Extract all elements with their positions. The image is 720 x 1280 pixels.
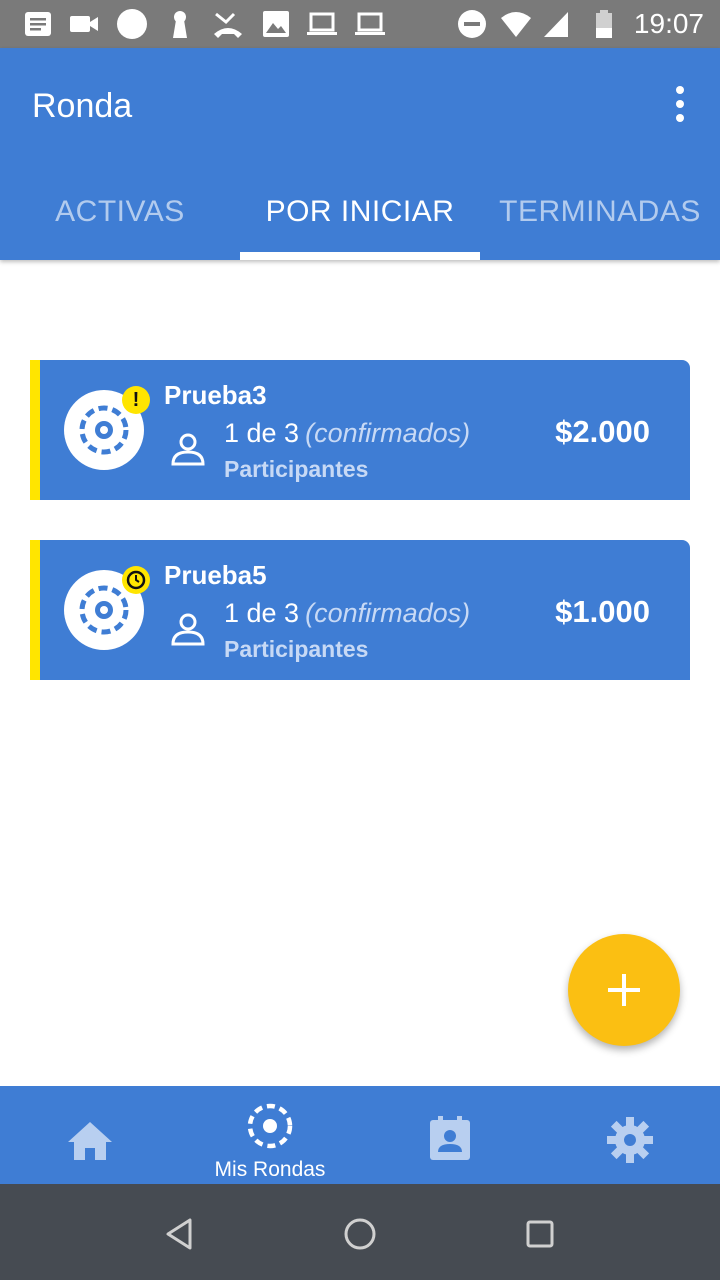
- home-icon: [68, 1122, 112, 1160]
- participants-count: 1 de 3 (confirmados): [224, 418, 470, 449]
- add-ronda-button[interactable]: [568, 934, 680, 1046]
- settings-icon: [607, 1117, 653, 1163]
- ronda-card[interactable]: Prueba5 1 de 3 (confirmados) Participante…: [30, 540, 690, 680]
- count-value: 1 de 3: [224, 598, 300, 628]
- nav-label-mis-rondas: Mis Rondas: [214, 1158, 326, 1181]
- home-circle-icon[interactable]: [340, 1214, 380, 1254]
- ronda-card[interactable]: ! Prueba3 1 de 3 (confirmados) Participan…: [30, 360, 690, 500]
- confirmed-note: (confirmados): [305, 418, 471, 448]
- app-bar: Ronda ACTIVAS POR INICIAR TERMINADAS: [0, 48, 720, 260]
- recents-icon[interactable]: [520, 1214, 560, 1254]
- ronda-amount: $2.000: [555, 414, 650, 449]
- status-time: 19:07: [633, 8, 704, 39]
- person-icon: [171, 433, 205, 466]
- back-icon[interactable]: [160, 1214, 200, 1254]
- notes-icon: [25, 12, 51, 36]
- nav-settings[interactable]: [540, 1086, 720, 1184]
- tab-indicator: [240, 252, 480, 260]
- app-title: Ronda: [32, 87, 133, 125]
- alert-icon: !: [122, 386, 150, 414]
- status-bar: 19:07: [0, 0, 720, 48]
- laptop-icon: [355, 12, 385, 35]
- circle-icon: [117, 9, 147, 39]
- nav-home[interactable]: [0, 1086, 180, 1184]
- clock-icon: [122, 566, 150, 594]
- wifi-icon: [501, 12, 531, 37]
- bottom-nav: Mis Rondas: [0, 1086, 720, 1184]
- person-icon: [171, 613, 205, 646]
- ronda-amount: $1.000: [555, 594, 650, 629]
- battery-icon: [596, 10, 612, 38]
- plus-icon: [608, 974, 640, 1006]
- missed-call-icon: [214, 12, 242, 38]
- video-icon: [70, 16, 98, 32]
- do-not-disturb-icon: [458, 10, 486, 38]
- participants-label: Participantes: [224, 456, 369, 482]
- signal-icon: [544, 12, 568, 37]
- contact-calendar-icon: [430, 1116, 470, 1160]
- ronda-icon: [247, 1103, 293, 1149]
- confirmed-note: (confirmados): [305, 598, 471, 628]
- tab-bar: ACTIVAS POR INICIAR TERMINADAS: [0, 174, 720, 260]
- tab-activas[interactable]: ACTIVAS: [0, 174, 240, 260]
- participants-count: 1 de 3 (confirmados): [224, 598, 470, 629]
- more-vert-icon[interactable]: [670, 84, 690, 124]
- image-icon: [263, 11, 289, 37]
- count-value: 1 de 3: [224, 418, 300, 448]
- participants-label: Participantes: [224, 636, 369, 662]
- keyhole-icon: [173, 11, 187, 38]
- clock-glyph: [126, 570, 146, 590]
- nav-mis-rondas[interactable]: Mis Rondas: [180, 1086, 360, 1184]
- system-nav-bar: [0, 1184, 720, 1280]
- laptop-icon: [307, 12, 337, 35]
- tab-por-iniciar[interactable]: POR INICIAR: [240, 174, 480, 260]
- ronda-name: Prueba3: [164, 380, 267, 410]
- tab-terminadas[interactable]: TERMINADAS: [480, 174, 720, 260]
- ronda-name: Prueba5: [164, 560, 267, 590]
- nav-contacts[interactable]: [360, 1086, 540, 1184]
